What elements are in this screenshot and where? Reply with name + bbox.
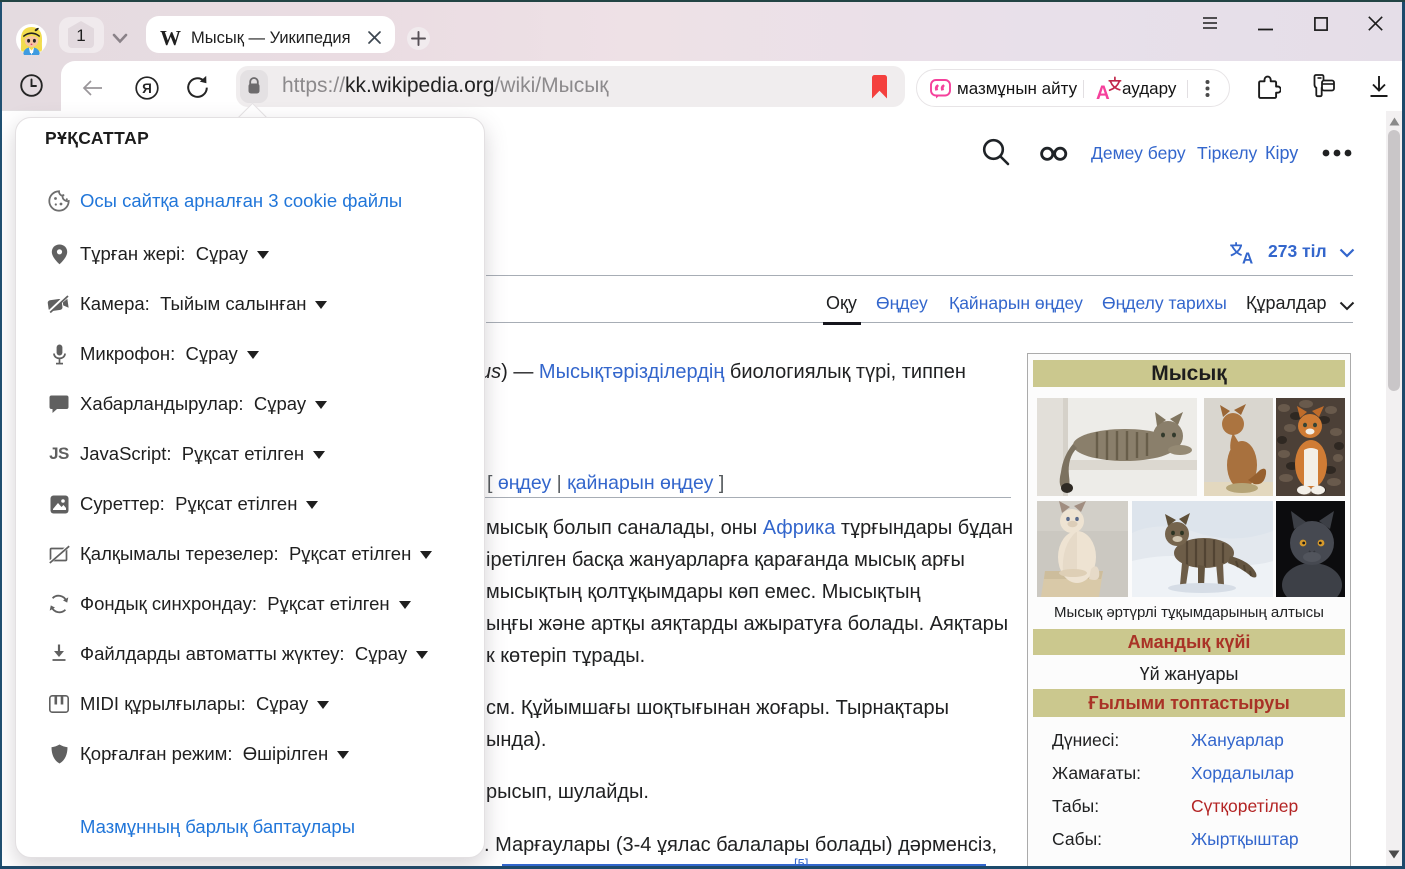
svg-text:A: A (1242, 251, 1253, 265)
svg-text:А: А (1096, 83, 1110, 101)
svg-text:Я: Я (142, 81, 152, 96)
